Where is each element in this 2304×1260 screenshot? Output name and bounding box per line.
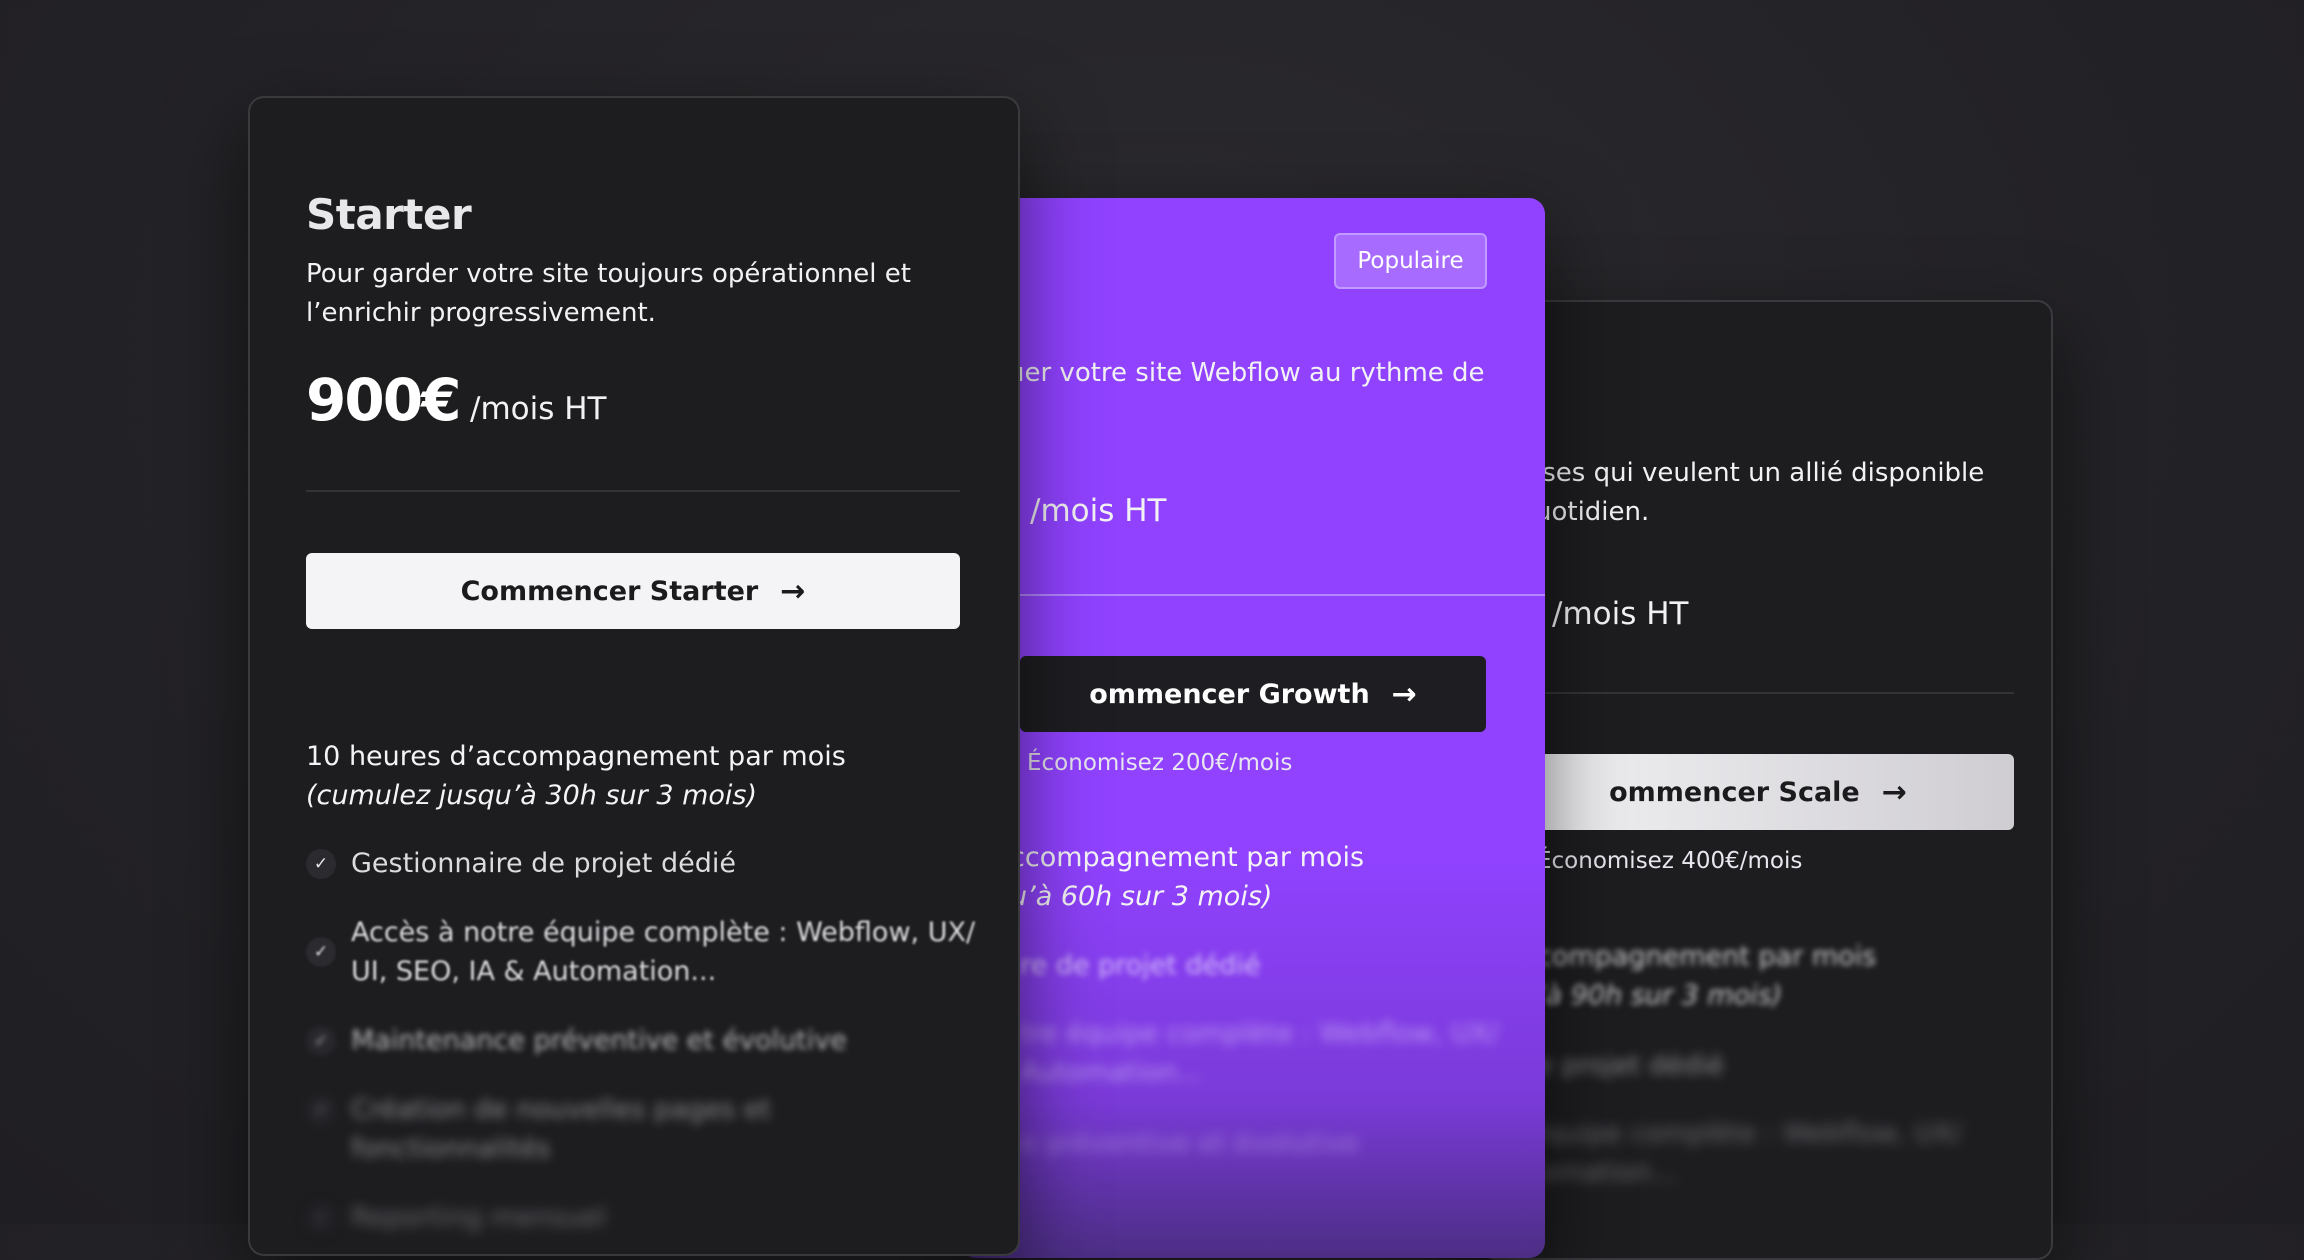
growth-feature-item: tre équipe complète : Webflow, UX/ Autom… — [1020, 1018, 1499, 1088]
starter-cta-button[interactable]: Commencer Starter → — [306, 553, 960, 629]
growth-description: uer votre site Webflow au rythme de — [1008, 358, 1485, 388]
starter-description: Pour garder votre site toujours opératio… — [306, 259, 911, 328]
starter-title: Starter — [306, 190, 472, 239]
scale-cta-button[interactable]: ommencer Scale → — [1502, 754, 2014, 830]
starter-feature-list: ✓ Gestionnaire de projet dédié ✓ Accès à… — [306, 844, 976, 1254]
growth-feature-item: e préventive et évolutive — [1020, 1128, 1359, 1159]
check-icon: ✓ — [306, 1026, 336, 1056]
starter-feature-item: ✓ Accès à notre équipe complète : Webflo… — [306, 913, 976, 991]
starter-feature-item: ✓ Reporting mensuel — [306, 1198, 976, 1237]
starter-price: 900€ — [306, 366, 461, 434]
growth-cta-button[interactable]: ommencer Growth → — [1020, 656, 1486, 732]
check-icon: ✓ — [306, 937, 336, 967]
growth-saving-note: Économisez 200€/mois — [1027, 750, 1293, 776]
growth-divider — [1020, 594, 1545, 596]
check-icon: ✓ — [306, 1203, 336, 1233]
pricing-card-growth: Populaire uer votre site Webflow au ryth… — [960, 198, 1545, 1258]
scale-description: ises qui veulent un allié disponible uot… — [1535, 458, 1985, 527]
arrow-right-icon: → — [780, 573, 806, 609]
check-icon: ✓ — [306, 1095, 336, 1125]
growth-hours-included: ccompagnement par mois u’à 60h sur 3 moi… — [1010, 842, 1365, 912]
scale-divider — [1502, 692, 2014, 694]
starter-price-period: /mois HT — [470, 391, 607, 427]
starter-feature-item: ✓ Création de nouvelles pages et fonctio… — [306, 1090, 976, 1168]
scale-feature-item: re équipe complète : Webflow, UX/ Automa… — [1494, 1118, 1962, 1188]
popular-badge: Populaire — [1334, 233, 1487, 289]
scale-saving-note: Économisez 400€/mois — [1537, 848, 1803, 874]
growth-price-period: /mois HT — [1030, 493, 1167, 529]
pricing-card-starter: Starter Pour garder votre site toujours … — [248, 96, 1020, 1256]
arrow-right-icon: → — [1391, 676, 1417, 712]
starter-divider — [306, 490, 960, 492]
pricing-card-scale: ises qui veulent un allié disponible uot… — [1480, 300, 2053, 1260]
starter-feature-item: ✓ Gestionnaire de projet dédié — [306, 844, 976, 883]
check-icon: ✓ — [306, 849, 336, 879]
scale-price-period: /mois HT — [1552, 596, 1689, 632]
starter-hours-included: 10 heures d’accompagnement par mois (cum… — [306, 741, 846, 811]
growth-feature-item: re de projet dédié — [1020, 950, 1261, 981]
starter-feature-item: ✓ Maintenance préventive et évolutive — [306, 1021, 976, 1060]
scale-hours-included: compagnement par mois ’à 90h sur 3 mois) — [1537, 941, 1877, 1011]
arrow-right-icon: → — [1881, 774, 1907, 810]
